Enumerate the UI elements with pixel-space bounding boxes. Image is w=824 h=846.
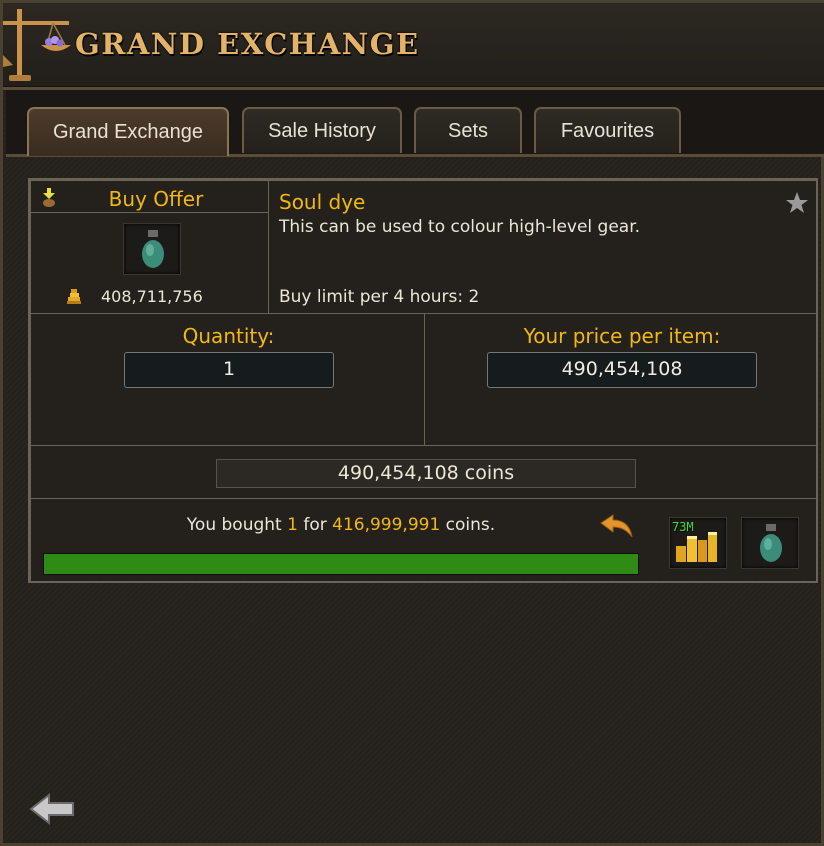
- back-arrow-icon[interactable]: [29, 791, 77, 827]
- coin-pile-icon: [67, 289, 81, 304]
- tab-sale-history[interactable]: Sale History: [242, 107, 402, 153]
- potion-icon: [142, 230, 164, 268]
- quantity-label: Quantity:: [182, 324, 275, 348]
- buy-limit: Buy limit per 4 hours: 2: [279, 287, 480, 307]
- tab-label: Sale History: [268, 119, 376, 142]
- quantity-input[interactable]: 1: [124, 352, 334, 388]
- quantity-section: Quantity: 1: [30, 313, 425, 446]
- offer-type-header: Buy Offer: [31, 181, 268, 213]
- tab-sets[interactable]: Sets: [414, 107, 522, 153]
- status-amount: 416,999,991: [332, 515, 441, 535]
- status-prefix: You bought: [186, 515, 288, 535]
- item-description: This can be used to colour high-level ge…: [279, 217, 641, 237]
- tab-label: Sets: [447, 119, 489, 142]
- guide-price: 408,711,756: [101, 287, 203, 306]
- offer-panel: Buy Offer 408,711,756 Soul dye This can …: [28, 178, 818, 583]
- buy-arrow-icon: [43, 188, 55, 207]
- tab-favourites[interactable]: Favourites: [534, 107, 681, 153]
- price-input[interactable]: 490,454,108: [487, 352, 757, 388]
- coin-stack-count: 73M: [672, 520, 694, 534]
- title-bar: GRAND EXCHANGE: [3, 3, 824, 90]
- total-section: 490,454,108 coins: [30, 445, 818, 499]
- window-title: GRAND EXCHANGE: [75, 27, 420, 61]
- item-slot[interactable]: [123, 223, 181, 275]
- offer-summary: Buy Offer 408,711,756: [30, 180, 269, 314]
- potion-icon: [760, 524, 782, 562]
- item-info: Soul dye This can be used to colour high…: [268, 180, 818, 314]
- undo-arrow-icon[interactable]: [599, 513, 635, 541]
- status-text: You bought 1 for 416,999,991 coins.: [31, 515, 651, 535]
- tab-grand-exchange[interactable]: Grand Exchange: [27, 107, 229, 156]
- collect-item-slot[interactable]: [741, 517, 799, 569]
- status-section: You bought 1 for 416,999,991 coins. 73M: [30, 498, 818, 583]
- total-cost: 490,454,108 coins: [216, 459, 636, 488]
- item-name: Soul dye: [279, 190, 366, 214]
- star-icon[interactable]: [785, 191, 809, 215]
- progress-fill: [44, 554, 638, 574]
- tab-label: Grand Exchange: [52, 121, 204, 143]
- progress-bar: [43, 553, 639, 575]
- status-suffix: coins.: [440, 515, 496, 535]
- price-section: Your price per item: 490,454,108: [424, 313, 818, 446]
- status-quantity: 1: [287, 515, 298, 535]
- scales-icon: [3, 9, 71, 81]
- grand-exchange-window: GRAND EXCHANGE Grand Exchange Sale Histo…: [0, 0, 824, 846]
- collect-coins-slot[interactable]: 73M: [669, 517, 727, 569]
- price-label: Your price per item:: [523, 324, 721, 348]
- status-mid: for: [297, 515, 333, 535]
- offer-type-label: Buy Offer: [108, 187, 204, 211]
- tab-label: Favourites: [560, 119, 655, 142]
